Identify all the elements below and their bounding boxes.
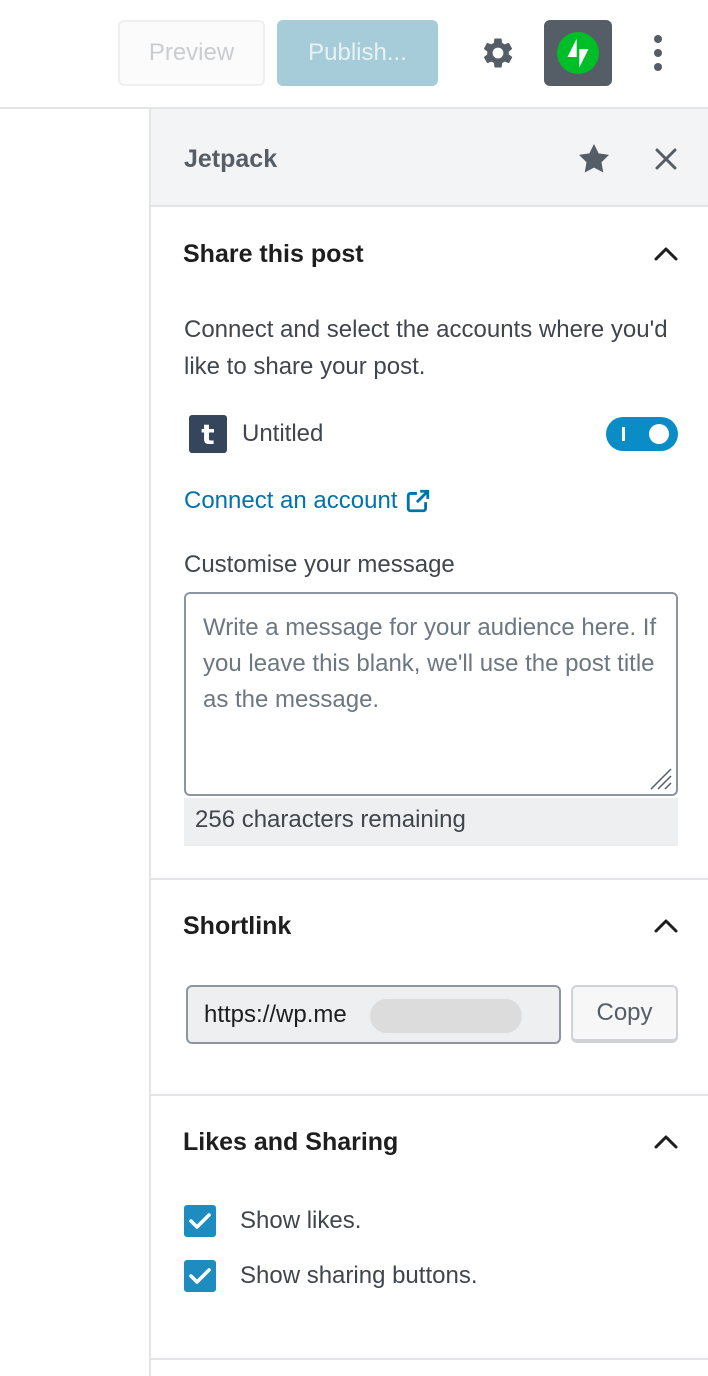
share-panel-chevron[interactable] xyxy=(649,239,683,269)
more-options-button[interactable] xyxy=(638,26,678,80)
star-icon xyxy=(579,144,609,173)
external-link-icon xyxy=(407,489,430,513)
show-sharing-checkbox[interactable] xyxy=(184,1260,216,1292)
publish-button[interactable]: Publish... xyxy=(277,20,438,86)
gear-icon xyxy=(484,38,513,68)
likes-panel-chevron[interactable] xyxy=(649,1127,683,1157)
likes-panel-toggle[interactable]: Likes and Sharing xyxy=(183,1128,398,1157)
jetpack-bolt-icon xyxy=(557,32,599,74)
redacted-area xyxy=(370,999,522,1033)
editor-canvas[interactable] xyxy=(0,109,151,1376)
panel-divider xyxy=(151,878,708,880)
resize-handle-icon[interactable] xyxy=(647,765,673,791)
shortlink-panel-toggle[interactable]: Shortlink xyxy=(183,912,291,941)
jetpack-sidebar: Jetpack Share this post Connect and sele… xyxy=(151,109,708,1376)
show-likes-label: Show likes. xyxy=(240,1207,362,1234)
social-account-row: t Untitled xyxy=(189,415,679,455)
pin-star-button[interactable] xyxy=(573,139,615,179)
panel-divider xyxy=(151,1358,708,1360)
editor-toolbar: Preview Publish... xyxy=(0,0,708,109)
settings-button[interactable] xyxy=(472,26,524,80)
chevron-up-icon xyxy=(654,919,678,933)
message-placeholder: Write a message for your audience here. … xyxy=(203,614,657,713)
chevron-up-icon xyxy=(654,247,678,261)
sidebar-title: Jetpack xyxy=(184,145,278,173)
connect-account-link[interactable]: Connect an account xyxy=(184,487,431,515)
jetpack-button[interactable] xyxy=(544,20,612,86)
vertical-ellipsis-icon xyxy=(654,35,662,71)
close-icon xyxy=(655,148,677,170)
close-sidebar-button[interactable] xyxy=(648,141,684,177)
account-name: Untitled xyxy=(242,420,324,447)
copy-shortlink-button[interactable]: Copy xyxy=(571,985,678,1043)
show-sharing-label: Show sharing buttons. xyxy=(240,1262,478,1289)
show-likes-checkbox[interactable] xyxy=(184,1205,216,1237)
toggle-knob xyxy=(649,424,669,444)
tumblr-icon: t xyxy=(189,415,227,453)
checkmark-icon xyxy=(189,1268,211,1284)
account-share-toggle[interactable] xyxy=(606,417,678,451)
checkmark-icon xyxy=(189,1213,211,1229)
show-sharing-option[interactable]: Show sharing buttons. xyxy=(184,1260,477,1292)
shortlink-panel-chevron[interactable] xyxy=(649,911,683,941)
shortlink-field[interactable]: https://wp.me xyxy=(186,985,561,1044)
share-description: Connect and select the accounts where yo… xyxy=(184,316,668,380)
panel-divider xyxy=(151,1094,708,1096)
toggle-on-indicator xyxy=(622,427,625,441)
connect-account-label: Connect an account xyxy=(184,487,398,514)
message-label: Customise your message xyxy=(184,551,455,578)
preview-button[interactable]: Preview xyxy=(118,20,265,86)
share-message-textarea[interactable]: Write a message for your audience here. … xyxy=(184,592,678,796)
chevron-up-icon xyxy=(654,1135,678,1149)
sidebar-header: Jetpack xyxy=(151,109,708,207)
character-counter: 256 characters remaining xyxy=(184,798,678,846)
show-likes-option[interactable]: Show likes. xyxy=(184,1205,361,1237)
share-panel-toggle[interactable]: Share this post xyxy=(183,240,364,269)
shortlink-value: https://wp.me xyxy=(204,1001,347,1028)
